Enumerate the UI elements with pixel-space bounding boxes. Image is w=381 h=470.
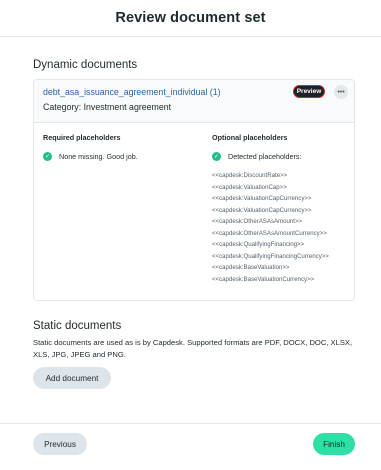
optional-placeholders-heading: Optional placeholders <box>212 133 288 142</box>
placeholder-item: <<capdesk:QualifyingFinancing>> <box>212 241 305 249</box>
dynamic-documents-title: Dynamic documents <box>33 59 138 71</box>
page-title: Review document set <box>115 10 266 26</box>
modal-header: Review document set <box>0 0 381 37</box>
optional-status: Detected placeholders: <box>228 152 302 161</box>
modal-footer: Previous Finish <box>0 423 381 470</box>
previous-button[interactable]: Previous <box>33 433 87 455</box>
document-card-header: debt_asa_issuance_agreement_individual (… <box>34 80 354 123</box>
placeholder-item: <<capdesk:ValuationCapCurrency>> <box>212 195 312 203</box>
required-placeholders-heading: Required placeholders <box>43 133 121 142</box>
check-circle-icon: ✓ <box>43 152 52 161</box>
add-document-button[interactable]: Add document <box>33 367 111 389</box>
placeholder-item: <<capdesk:QualifyingFinancingCurrency>> <box>212 252 329 260</box>
placeholder-item: <<capdesk:ValuationCapCurrency>> <box>212 206 312 214</box>
dynamic-document-card: debt_asa_issuance_agreement_individual (… <box>33 79 355 301</box>
required-status: None missing. Good job. <box>59 152 138 161</box>
finish-button[interactable]: Finish <box>313 433 355 455</box>
static-documents-description: Static documents are used as is by Capde… <box>33 338 353 359</box>
placeholder-item: <<capdesk:BaseValuation>> <box>212 264 290 272</box>
placeholder-item: <<capdesk:ValuationCap>> <box>212 183 287 191</box>
placeholder-item: <<capdesk:BaseValuationCurrency>> <box>212 275 315 283</box>
document-name-link[interactable]: debt_asa_issuance_agreement_individual (… <box>43 87 221 97</box>
placeholder-item: <<capdesk:OtherASAsAmountCurrency>> <box>212 229 327 237</box>
more-options-icon[interactable]: ••• <box>334 85 348 99</box>
placeholder-item: <<capdesk:OtherASAsAmount>> <box>212 218 303 226</box>
preview-button[interactable]: Preview <box>293 85 325 98</box>
placeholder-list: <<capdesk:DiscountRate>> <<capdesk:Valua… <box>212 170 329 285</box>
document-category: Category: Investment agreement <box>43 102 172 112</box>
check-circle-icon: ✓ <box>212 152 221 161</box>
placeholder-item: <<capdesk:DiscountRate>> <box>212 172 288 179</box>
static-documents-title: Static documents <box>33 320 122 332</box>
